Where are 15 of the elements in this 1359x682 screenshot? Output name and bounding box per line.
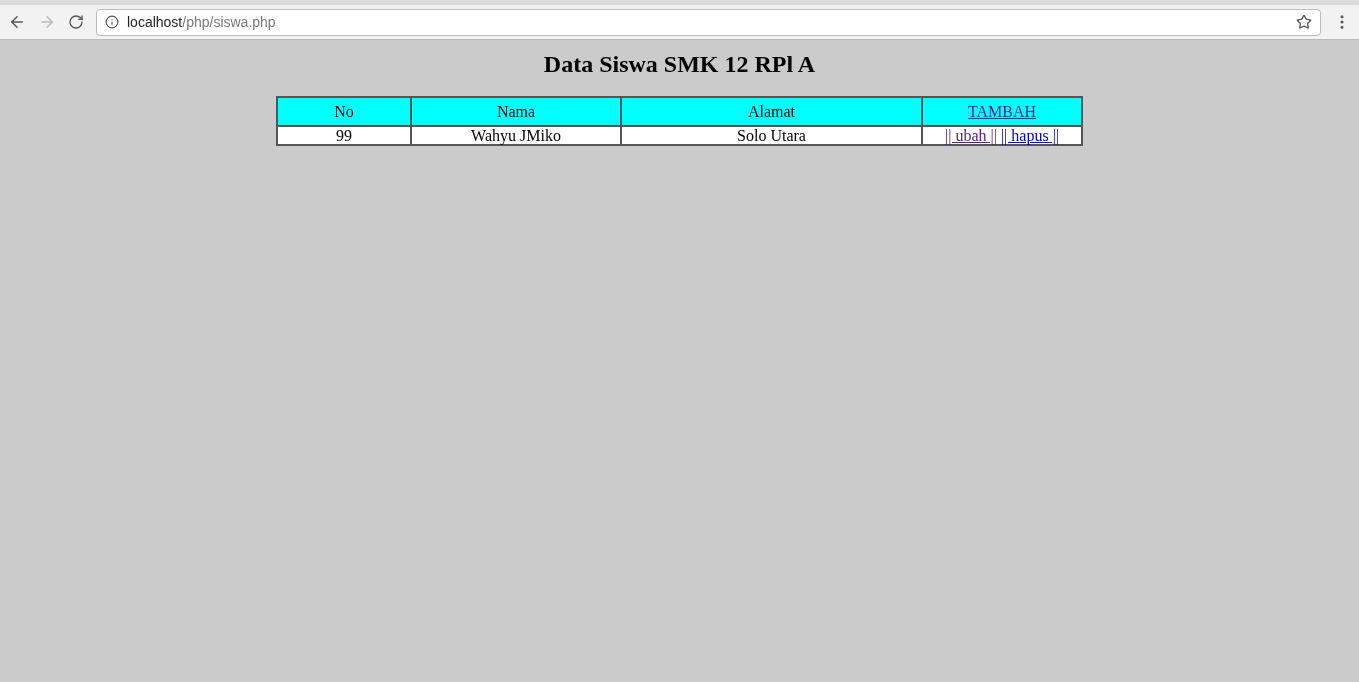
info-icon[interactable] bbox=[105, 15, 119, 29]
table-cell: 99 bbox=[336, 127, 352, 144]
column-header: Alamat bbox=[747, 102, 796, 120]
table-cell: Solo Utara bbox=[737, 127, 806, 144]
bookmark-star-icon[interactable] bbox=[1296, 14, 1312, 30]
reload-icon[interactable] bbox=[68, 14, 84, 30]
column-header: No bbox=[334, 102, 354, 120]
url-text: localhost/php/siswa.php bbox=[127, 12, 276, 32]
address-bar[interactable]: localhost/php/siswa.php bbox=[96, 8, 1321, 36]
table-cell: Wahyu JMiko bbox=[471, 127, 561, 144]
page-heading: Data Siswa SMK 12 RPl A bbox=[543, 50, 816, 79]
action-link[interactable]: || hapus || bbox=[1000, 127, 1060, 144]
back-icon[interactable] bbox=[8, 13, 26, 31]
action-link[interactable]: || ubah || bbox=[944, 127, 997, 144]
column-header: Nama bbox=[496, 102, 536, 120]
